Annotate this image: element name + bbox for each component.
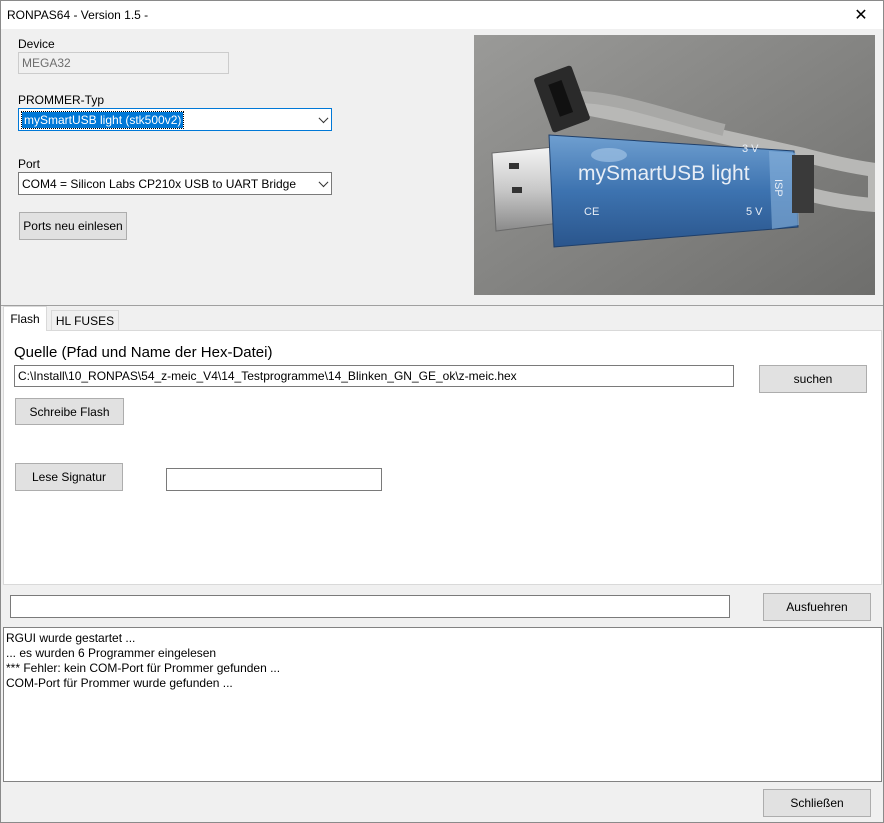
device-label: Device [18, 37, 55, 51]
title-bar: RONPAS64 - Version 1.5 - ✕ [1, 1, 883, 29]
write-flash-button[interactable]: Schreibe Flash [15, 398, 124, 425]
command-input[interactable] [10, 595, 730, 618]
device-value: MEGA32 [22, 56, 71, 70]
port-value: COM4 = Silicon Labs CP210x USB to UART B… [22, 176, 297, 191]
port-select[interactable]: COM4 = Silicon Labs CP210x USB to UART B… [18, 172, 332, 195]
close-button[interactable]: Schließen [763, 789, 871, 817]
source-path-input[interactable]: C:\Install\10_RONPAS\54_z-meic_V4\14_Tes… [14, 365, 734, 387]
log-line: ... es wurden 6 Programmer eingelesen [6, 646, 217, 660]
log-line: *** Fehler: kein COM-Port für Prommer ge… [6, 661, 281, 675]
photo-brand-text: mySmartUSB light [578, 162, 750, 185]
source-path-value: C:\Install\10_RONPAS\54_z-meic_V4\14_Tes… [18, 369, 517, 383]
main-window: RONPAS64 - Version 1.5 - ✕ Device MEGA32… [0, 0, 884, 823]
signature-field[interactable] [166, 468, 382, 491]
photo-3v-label: 3 V [742, 143, 759, 155]
tab-hl-fuses-label: HL FUSES [55, 314, 115, 328]
rescan-ports-button[interactable]: Ports neu einlesen [19, 212, 127, 240]
log-line: COM-Port für Prommer wurde gefunden ... [6, 676, 233, 690]
photo-5v-label: 5 V [746, 206, 763, 218]
execute-button[interactable]: Ausfuehren [763, 593, 871, 621]
device-field: MEGA32 [18, 52, 229, 74]
port-label: Port [18, 157, 41, 171]
close-icon[interactable]: ✕ [839, 1, 883, 29]
tab-flash-label: Flash [10, 312, 40, 326]
photo-ce-label: CE [584, 206, 599, 218]
browse-button[interactable]: suchen [759, 365, 867, 393]
chevron-down-icon [318, 112, 329, 123]
log-output[interactable]: RGUI wurde gestartet ... ... es wurden 6… [3, 627, 882, 782]
tab-flash[interactable]: Flash [3, 306, 47, 331]
programmer-photo: mySmartUSB light 3 V 5 V ISP CE [474, 35, 875, 295]
photo-isp-label: ISP [772, 179, 784, 197]
chevron-down-icon [318, 176, 329, 187]
prommer-type-label: PROMMER-Typ [18, 93, 105, 107]
window-title: RONPAS64 - Version 1.5 - [7, 8, 149, 22]
read-signature-button[interactable]: Lese Signatur [15, 463, 123, 491]
section-divider [1, 305, 883, 306]
log-line: RGUI wurde gestartet ... [6, 631, 136, 645]
prommer-type-select[interactable]: mySmartUSB light (stk500v2) [18, 108, 332, 131]
prommer-type-value: mySmartUSB light (stk500v2) [20, 110, 185, 129]
source-label: Quelle (Pfad und Name der Hex-Datei) [14, 344, 273, 361]
tab-hl-fuses[interactable]: HL FUSES [51, 310, 119, 331]
